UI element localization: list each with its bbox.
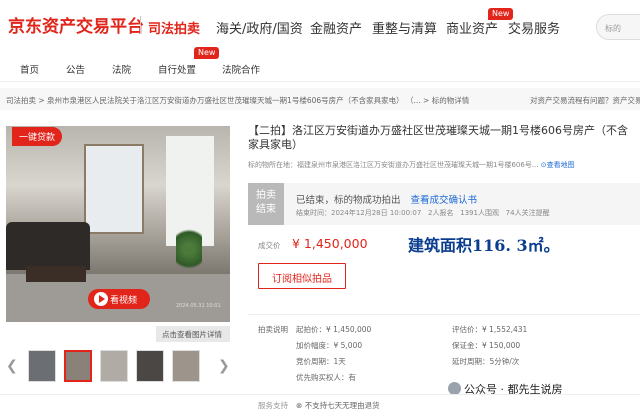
nav-commercial-assets[interactable]: 商业资产	[446, 18, 498, 37]
status-text: 已结束，标的物成功拍出	[296, 195, 401, 206]
prev-arrow-icon[interactable]: ❮	[6, 358, 18, 374]
breadcrumb-path[interactable]: 司法拍卖 > 泉州市泉港区人民法院关于洛江区万安街道办万盛社区世茂璀璨天城一期1…	[6, 96, 469, 105]
thumbnail[interactable]	[136, 350, 164, 382]
bid-cycle: 竞价周期：1天	[296, 357, 346, 366]
thumbnail[interactable]	[100, 350, 128, 382]
status-badge-text: 拍卖结束	[256, 190, 276, 215]
nav-judicial-auction[interactable]: 司法拍卖	[148, 18, 200, 37]
listing-title: 【二拍】洛江区万安街道办万盛社区世茂璀璨天城一期1号楼606号房产（不含家具家电…	[248, 124, 628, 151]
platform-logo[interactable]: 京东资产交易平台	[8, 12, 144, 37]
loan-tag[interactable]: 一键贷款	[12, 127, 63, 146]
thumbnail[interactable]	[64, 350, 92, 382]
photo-timestamp: 2024.05.31 10:01	[176, 303, 221, 309]
view-confirmation-link[interactable]: 查看成交确认书	[411, 195, 478, 206]
auction-status-panel: 拍卖结束 已结束，标的物成功拍出 查看成交确认书 结束时间：2024年12月28日…	[248, 183, 640, 225]
nav-trade-services[interactable]: 交易服务	[508, 18, 560, 37]
start-price: 起拍价：¥ 1,450,000	[296, 325, 372, 334]
end-time: 结束时间：2024年12月28日 10:00:07	[296, 209, 422, 217]
final-price: ¥ 1,450,000	[292, 236, 368, 251]
thumbnail[interactable]	[172, 350, 200, 382]
service-support-row: 服务支持 ⊗ 不支持七天无理由退货	[0, 394, 640, 417]
subnav-home[interactable]: 首页	[20, 62, 39, 76]
location-value: 福建泉州市泉港区洛江区万安街道办万盛社区世茂璀璨天城一期1号楼606号...	[297, 161, 539, 169]
divider	[248, 314, 640, 315]
play-icon	[94, 292, 108, 306]
subnav-court-cooperation[interactable]: 法院合作	[222, 62, 260, 76]
view-photo-details-button[interactable]: 点击查看图片详情	[156, 326, 230, 342]
cross-icon: ⊗	[296, 401, 303, 410]
thumbnail-strip: ❮ ❯	[6, 350, 230, 384]
subnav-notices[interactable]: 公告	[66, 62, 85, 76]
nav-restructuring[interactable]: 重整与清算	[372, 18, 437, 37]
help-link[interactable]: 对资产交易流程有问题？资产交易	[530, 95, 640, 106]
watch-video-button[interactable]: 看视频	[88, 289, 150, 309]
new-badge: New	[194, 47, 220, 59]
watch-video-label: 看视频	[110, 296, 138, 306]
search-input[interactable]: 标的	[596, 14, 640, 40]
no-return-text: ⊗ 不支持七天无理由退货	[296, 400, 380, 411]
section-label: 拍卖说明	[258, 325, 288, 334]
subnav-self-disposal[interactable]: 自行处置	[158, 62, 196, 76]
divider	[140, 16, 141, 34]
bid-increment: 加价幅度：¥ 5,000	[296, 341, 363, 350]
sub-navigation: 首页 公告 法院 自行处置 法院合作 New	[0, 47, 640, 82]
followers: 74人关注提醒	[505, 209, 550, 217]
thumbnail[interactable]	[28, 350, 56, 382]
breadcrumb: 司法拍卖 > 泉州市泉港区人民法院关于洛江区万安街道办万盛社区世茂璀璨天城一期1…	[0, 88, 640, 110]
subnav-courts[interactable]: 法院	[112, 62, 131, 76]
nav-financial-assets[interactable]: 金融资产	[310, 18, 362, 37]
no-return-label: 不支持七天无理由退货	[304, 401, 380, 410]
watchers: 1391人围观	[460, 209, 499, 217]
status-meta: 结束时间：2024年12月28日 10:00:07 2人报名 1391人围观 7…	[296, 208, 550, 218]
deposit: 保证金：¥ 150,000	[452, 341, 521, 350]
status-text-row: 已结束，标的物成功拍出 查看成交确认书	[296, 192, 477, 206]
sign-ups: 2人报名	[427, 209, 454, 217]
new-badge: New	[488, 8, 514, 20]
delay-cycle: 延时周期：5分钟/次	[452, 357, 520, 366]
priority-buyer: 优先购买权人：有	[296, 373, 356, 382]
subscribe-similar-button[interactable]: 订阅相似拍品	[258, 263, 346, 289]
nav-customs-government[interactable]: 海关/政府/国资	[216, 18, 303, 37]
status-badge: 拍卖结束	[248, 183, 284, 225]
appraisal-price: 评估价：¥ 1,552,431	[452, 325, 528, 334]
location-label: 标的物所在地：	[248, 161, 297, 169]
view-map-link[interactable]: 查看地图	[547, 161, 575, 169]
next-arrow-icon[interactable]: ❯	[218, 358, 230, 374]
service-label: 服务支持	[258, 401, 288, 410]
area-overlay-text: 建筑面积116. 3㎡。	[408, 236, 560, 255]
price-label: 成交价	[258, 241, 281, 250]
top-navigation: 京东资产交易平台 司法拍卖 海关/政府/国资 金融资产 重整与清算 商业资产 交…	[0, 0, 640, 52]
location: 标的物所在地：福建泉州市泉港区洛江区万安街道办万盛社区世茂璀璨天城一期1号楼60…	[248, 160, 575, 170]
